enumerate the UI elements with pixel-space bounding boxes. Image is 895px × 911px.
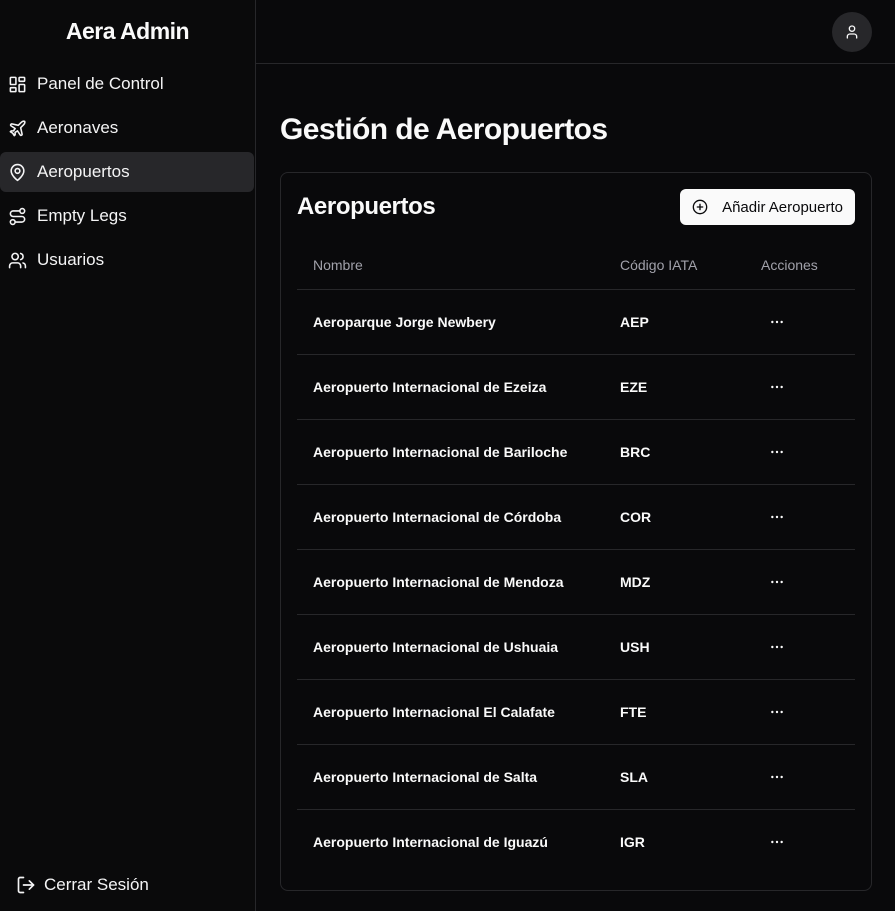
row-actions-button[interactable] — [761, 696, 793, 728]
layout-dashboard-icon — [9, 76, 26, 92]
airport-actions-cell — [761, 419, 855, 485]
table-row: Aeropuerto Internacional de Ezeiza EZE — [297, 354, 855, 420]
row-actions-button[interactable] — [761, 566, 793, 598]
airport-iata-cell: AEP — [620, 289, 761, 355]
add-airport-button[interactable]: Añadir Aeropuerto — [680, 189, 855, 225]
row-actions-button[interactable] — [761, 631, 793, 663]
route-icon — [9, 207, 26, 225]
sidebar-item-label: Empty Legs — [37, 206, 127, 225]
page-content: Gestión de Aeropuertos Aeropuertos Añadi… — [256, 64, 895, 891]
topbar — [256, 0, 895, 64]
more-horizontal-icon — [771, 320, 783, 323]
table-row: Aeropuerto Internacional de Bariloche BR… — [297, 419, 855, 485]
more-horizontal-icon — [771, 840, 783, 843]
users-icon — [8, 252, 27, 268]
row-actions-button[interactable] — [761, 371, 793, 403]
sidebar: Aera Admin Panel de Control Aeronaves Ae… — [0, 0, 256, 911]
plane-icon — [9, 119, 26, 136]
logout-label: Cerrar Sesión — [44, 875, 149, 894]
more-horizontal-icon — [771, 515, 783, 518]
map-pin-icon — [10, 163, 25, 181]
airport-iata-cell: USH — [620, 614, 761, 680]
airport-name-cell: Aeropuerto Internacional de Salta — [297, 744, 620, 810]
airport-name-cell: Aeropuerto Internacional El Calafate — [297, 679, 620, 745]
more-horizontal-icon — [771, 580, 783, 583]
column-header-acciones: Acciones — [761, 241, 855, 290]
brand-title: Aera Admin — [65, 17, 190, 44]
airport-name-cell: Aeropuerto Internacional de Mendoza — [297, 549, 620, 615]
row-actions-button[interactable] — [761, 436, 793, 468]
page-title: Gestión de Aeropuertos — [280, 113, 608, 146]
table-row: Aeropuerto Internacional de Córdoba COR — [297, 484, 855, 550]
table-row: Aeropuerto Internacional de Ushuaia USH — [297, 614, 855, 680]
airport-iata-cell: IGR — [620, 833, 645, 850]
airport-actions-cell — [761, 354, 855, 420]
plus-circle-icon — [692, 199, 708, 215]
airport-name-cell: Aeroparque Jorge Newbery — [297, 289, 620, 355]
airport-iata-cell: FTE — [620, 679, 761, 745]
airport-actions-cell — [761, 614, 855, 680]
column-header-nombre: Nombre — [297, 241, 620, 290]
airport-name-cell: Aeropuerto Internacional de Ushuaia — [297, 614, 620, 680]
table-row: Aeropuerto Internacional El Calafate FTE — [297, 679, 855, 745]
logout-button[interactable]: Cerrar Sesión — [16, 875, 149, 895]
airport-iata-cell: BRC — [620, 419, 761, 485]
row-actions-button[interactable] — [761, 501, 793, 533]
airport-iata-cell: COR — [620, 484, 761, 550]
table-row: Aeropuerto Internacional de Mendoza MDZ — [297, 549, 855, 615]
sidebar-item-label: Panel de Control — [37, 74, 164, 93]
main-area: Gestión de Aeropuertos Aeropuertos Añadi… — [256, 0, 895, 911]
table-row: Aeroparque Jorge Newbery AEP — [297, 289, 855, 355]
airport-name-cell: Aeropuerto Internacional de Iguazú — [313, 833, 548, 850]
more-horizontal-icon — [771, 450, 783, 453]
table-header-row: Nombre Código IATA Acciones — [297, 241, 855, 290]
airport-name-cell: Aeropuerto Internacional de Córdoba — [297, 484, 620, 550]
log-out-icon — [17, 876, 35, 894]
airport-actions-cell — [761, 809, 855, 874]
more-horizontal-icon — [771, 385, 783, 388]
more-horizontal-icon — [771, 710, 783, 713]
airport-iata-cell: SLA — [620, 744, 761, 810]
more-horizontal-icon — [771, 645, 783, 648]
table-body: Aeroparque Jorge Newbery AEP Aeropuerto … — [297, 289, 855, 874]
table-row: Aeropuerto Internacional de Salta SLA — [297, 744, 855, 810]
airport-actions-cell — [761, 679, 855, 745]
table-row: Aeropuerto Internacional de Iguazú IGR — [297, 809, 855, 874]
airports-table: Nombre Código IATA Acciones Aeroparque J… — [297, 241, 855, 874]
sidebar-item-panel-de-control[interactable]: Panel de Control — [0, 64, 254, 104]
sidebar-nav: Panel de Control Aeronaves Aeropuertos E… — [0, 64, 255, 280]
sidebar-item-label: Usuarios — [37, 250, 105, 269]
sidebar-item-aeronaves[interactable]: Aeronaves — [0, 108, 254, 148]
airport-actions-cell — [761, 549, 855, 615]
airport-iata-cell: EZE — [620, 354, 761, 420]
card-title: Aeropuertos — [297, 193, 436, 220]
airport-iata-cell: MDZ — [620, 549, 761, 615]
airport-name-cell: Aeropuerto Internacional de Ezeiza — [297, 354, 620, 420]
airports-card: Aeropuertos Añadir Aeropuerto Nombre Cód… — [280, 172, 872, 891]
user-menu-button[interactable] — [832, 11, 872, 52]
airport-actions-cell — [761, 484, 855, 550]
more-horizontal-icon — [771, 775, 783, 778]
row-actions-button[interactable] — [761, 306, 793, 338]
card-header: Aeropuertos Añadir Aeropuerto — [297, 189, 855, 225]
row-actions-button[interactable] — [761, 826, 793, 858]
airport-name-cell: Aeropuerto Internacional de Bariloche — [297, 419, 620, 485]
add-airport-label: Añadir Aeropuerto — [722, 198, 843, 216]
airport-actions-cell — [761, 744, 855, 810]
column-header-codigo-iata: Código IATA — [620, 241, 761, 290]
app-root: Aera Admin Panel de Control Aeronaves Ae… — [0, 0, 895, 911]
airport-actions-cell — [761, 289, 855, 355]
sidebar-item-label: Aeropuertos — [37, 162, 130, 181]
row-actions-button[interactable] — [761, 761, 793, 793]
sidebar-item-label: Aeronaves — [37, 118, 119, 137]
user-icon — [846, 24, 858, 39]
sidebar-item-empty-legs[interactable]: Empty Legs — [0, 196, 254, 236]
sidebar-item-usuarios[interactable]: Usuarios — [0, 240, 254, 280]
sidebar-item-aeropuertos[interactable]: Aeropuertos — [0, 152, 254, 192]
